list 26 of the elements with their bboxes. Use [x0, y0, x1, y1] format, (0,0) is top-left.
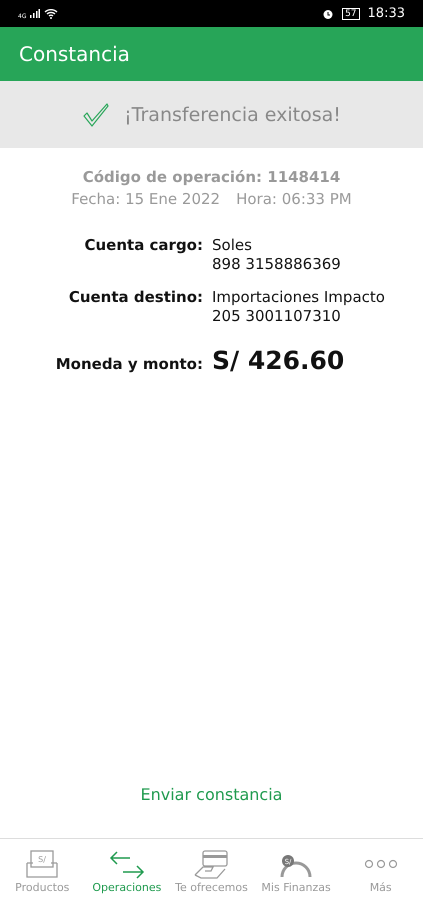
- detail-value: 205 3001107310: [212, 307, 342, 326]
- send-receipt-link[interactable]: Enviar constancia: [136, 781, 286, 808]
- detail-label: Cuenta destino:: [68, 288, 203, 306]
- wifi-icon: [44, 8, 58, 19]
- detail-label: Cuenta cargo:: [83, 236, 203, 254]
- operation-time: Hora: 06:33 PM: [236, 190, 352, 208]
- battery-indicator: 57: [342, 8, 360, 20]
- detail-value: Soles: [212, 236, 253, 255]
- operation-code: Código de operación: 1148414: [82, 168, 340, 186]
- tab[interactable]: Operaciones: [84, 839, 169, 900]
- operation-date: Fecha: 15 Ene 2022: [71, 190, 220, 208]
- detail-label: Moneda y monto:: [54, 355, 203, 373]
- detail-value: Importaciones Impacto: [212, 288, 386, 307]
- header-title: Constancia: [19, 42, 130, 66]
- transfer-arrows-icon: [108, 849, 146, 879]
- alarm-icon: [322, 8, 334, 20]
- checkmark-icon: [82, 102, 110, 128]
- signal-icon: [30, 9, 40, 18]
- detail-value: 898 3158886369: [212, 255, 342, 274]
- tab[interactable]: S/ Productos: [0, 839, 84, 900]
- tab[interactable]: Más: [338, 839, 423, 900]
- card-in-hand-icon: [193, 849, 230, 879]
- success-message: ¡Transferencia exitosa!: [124, 104, 341, 126]
- clock: 18:33: [368, 6, 405, 21]
- amount-value: S/ 426.60: [212, 346, 346, 375]
- tab[interactable]: Te ofrecemos: [169, 839, 254, 900]
